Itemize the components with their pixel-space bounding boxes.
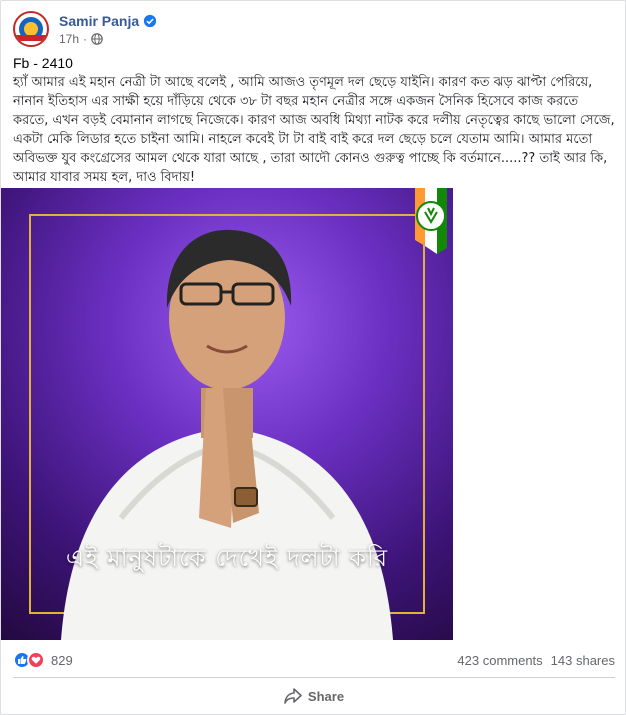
engagement-stats: 829 423 comments 143 shares xyxy=(13,649,615,671)
reaction-summary[interactable]: 829 xyxy=(13,651,73,669)
author-avatar[interactable] xyxy=(13,11,49,47)
reaction-count: 829 xyxy=(51,652,73,668)
post-timestamp[interactable]: 17h xyxy=(59,32,79,46)
post-header: Samir Panja 17h · xyxy=(13,9,157,49)
party-logo-icon xyxy=(415,188,447,254)
share-label: Share xyxy=(307,688,345,704)
verified-badge-icon xyxy=(144,14,157,27)
love-reaction-icon xyxy=(27,651,45,669)
comments-count[interactable]: 423 comments xyxy=(457,653,542,668)
post-photo[interactable]: এই মানুষটাকে দেখেই দলটা করি xyxy=(1,188,453,640)
post-card: Samir Panja 17h · Fb - 2410 হ্যাঁ আমার এ… xyxy=(0,0,626,715)
separator-dot: · xyxy=(83,31,88,46)
post-body: হ্যাঁ আমার এই মহান নেত্রী টা আছে বলেই , … xyxy=(13,75,615,185)
shares-count[interactable]: 143 shares xyxy=(551,653,615,668)
share-button[interactable]: Share xyxy=(272,684,356,708)
author-meta: Samir Panja 17h · xyxy=(59,13,157,46)
author-name[interactable]: Samir Panja xyxy=(59,13,139,29)
photo-caption: এই মানুষটাকে দেখেই দলটা করি xyxy=(65,544,389,572)
post-id-text: Fb - 2410 xyxy=(13,55,73,71)
actions-divider xyxy=(13,677,615,678)
globe-icon xyxy=(91,32,103,45)
share-arrow-icon xyxy=(284,688,302,704)
post-actions: Share xyxy=(1,681,626,711)
